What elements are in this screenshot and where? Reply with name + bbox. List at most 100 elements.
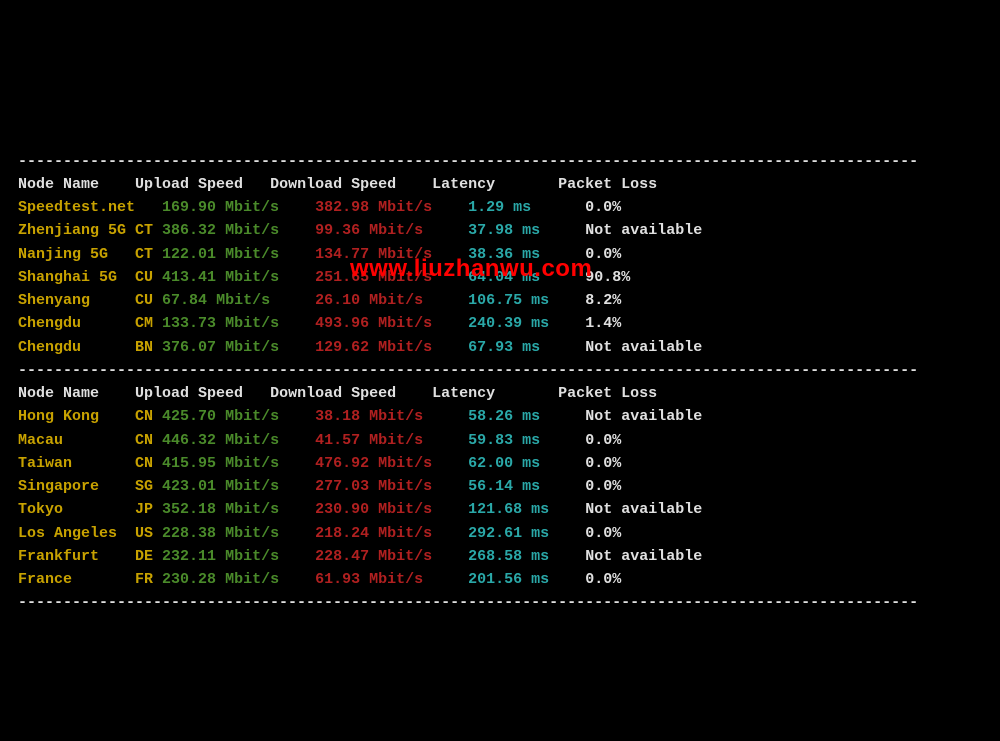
table-row: Chengdu CM 133.73 Mbit/s 493.96 Mbit/s 2… [18,312,982,335]
table-row: Chengdu BN 376.07 Mbit/s 129.62 Mbit/s 6… [18,336,982,359]
upload-value: 232.11 [162,548,216,565]
download-unit: Mbit/s [360,408,423,425]
node-name: Shenyang [18,292,135,309]
node-tag: CN [135,455,162,472]
latency-value: 1.29 [468,199,504,216]
header-download: Download Speed [270,385,432,402]
latency-value: 67.93 [468,339,513,356]
node-name: Singapore [18,478,135,495]
table-row: Speedtest.net 169.90 Mbit/s 382.98 Mbit/… [18,196,982,219]
table-row: Frankfurt DE 232.11 Mbit/s 228.47 Mbit/s… [18,545,982,568]
upload-unit: Mbit/s [216,501,279,518]
download-value: 493.96 [315,315,369,332]
latency-unit: ms [513,269,540,286]
header-upload: Upload Speed [135,176,270,193]
download-unit: Mbit/s [360,432,423,449]
node-name: Los Angeles [18,525,135,542]
packet-loss: 8.2% [585,292,621,309]
node-tag: JP [135,501,162,518]
latency-value: 62.00 [468,455,513,472]
node-name: Shanghai 5G [18,269,135,286]
download-unit: Mbit/s [369,478,432,495]
node-name: Chengdu [18,339,135,356]
table-row: Shanghai 5G CU 413.41 Mbit/s 251.65 Mbit… [18,266,982,289]
separator-line: ----------------------------------------… [18,150,982,173]
header-latency: Latency [432,176,558,193]
table-row: Shenyang CU 67.84 Mbit/s 26.10 Mbit/s 10… [18,289,982,312]
node-name: Speedtest.net [18,199,162,216]
upload-unit: Mbit/s [216,455,279,472]
separator-line: ----------------------------------------… [18,359,982,382]
latency-value: 201.56 [468,571,522,588]
latency-value: 64.04 [468,269,513,286]
header-row: Node Name Upload Speed Download Speed La… [18,382,982,405]
upload-value: 425.70 [162,408,216,425]
latency-unit: ms [513,455,540,472]
upload-value: 169.90 [162,199,216,216]
node-name: Macau [18,432,135,449]
download-unit: Mbit/s [369,315,432,332]
node-name: Nanjing 5G [18,246,135,263]
packet-loss: 0.0% [585,478,621,495]
download-value: 476.92 [315,455,369,472]
latency-value: 106.75 [468,292,522,309]
table-row: Macau CN 446.32 Mbit/s 41.57 Mbit/s 59.8… [18,429,982,452]
packet-loss: 0.0% [585,432,621,449]
node-tag: FR [135,571,162,588]
node-tag: US [135,525,162,542]
node-tag: CM [135,315,162,332]
download-unit: Mbit/s [369,339,432,356]
upload-value: 67.84 [162,292,207,309]
table-row: Los Angeles US 228.38 Mbit/s 218.24 Mbit… [18,522,982,545]
node-name: Frankfurt [18,548,135,565]
download-unit: Mbit/s [369,269,432,286]
upload-value: 352.18 [162,501,216,518]
latency-unit: ms [522,525,549,542]
download-value: 277.03 [315,478,369,495]
packet-loss: Not available [585,339,702,356]
download-unit: Mbit/s [369,501,432,518]
latency-value: 59.83 [468,432,513,449]
node-tag: BN [135,339,162,356]
latency-value: 56.14 [468,478,513,495]
header-loss: Packet Loss [558,385,657,402]
upload-unit: Mbit/s [216,199,279,216]
node-tag: CU [135,292,162,309]
packet-loss: 90.8% [585,269,630,286]
upload-unit: Mbit/s [216,525,279,542]
packet-loss: 0.0% [585,455,621,472]
node-name: France [18,571,135,588]
header-upload: Upload Speed [135,385,270,402]
download-value: 38.18 [315,408,360,425]
latency-unit: ms [513,339,540,356]
node-tag: CT [135,246,162,263]
header-latency: Latency [432,385,558,402]
upload-value: 446.32 [162,432,216,449]
separator-line: ----------------------------------------… [18,591,982,614]
download-value: 129.62 [315,339,369,356]
upload-value: 133.73 [162,315,216,332]
upload-unit: Mbit/s [216,478,279,495]
node-tag: CT [135,222,162,239]
latency-unit: ms [504,199,531,216]
upload-value: 386.32 [162,222,216,239]
table-row: Nanjing 5G CT 122.01 Mbit/s 134.77 Mbit/… [18,243,982,266]
upload-unit: Mbit/s [216,571,279,588]
table-row: Tokyo JP 352.18 Mbit/s 230.90 Mbit/s 121… [18,498,982,521]
packet-loss: Not available [585,501,702,518]
latency-unit: ms [522,292,549,309]
table-row: Zhenjiang 5G CT 386.32 Mbit/s 99.36 Mbit… [18,219,982,242]
header-loss: Packet Loss [558,176,657,193]
packet-loss: Not available [585,222,702,239]
packet-loss: Not available [585,408,702,425]
packet-loss: 1.4% [585,315,621,332]
packet-loss: 0.0% [585,571,621,588]
download-unit: Mbit/s [369,246,432,263]
latency-unit: ms [513,246,540,263]
packet-loss: Not available [585,548,702,565]
upload-unit: Mbit/s [207,292,270,309]
node-tag: CU [135,269,162,286]
latency-unit: ms [513,432,540,449]
header-node: Node Name [18,176,135,193]
download-unit: Mbit/s [369,199,432,216]
